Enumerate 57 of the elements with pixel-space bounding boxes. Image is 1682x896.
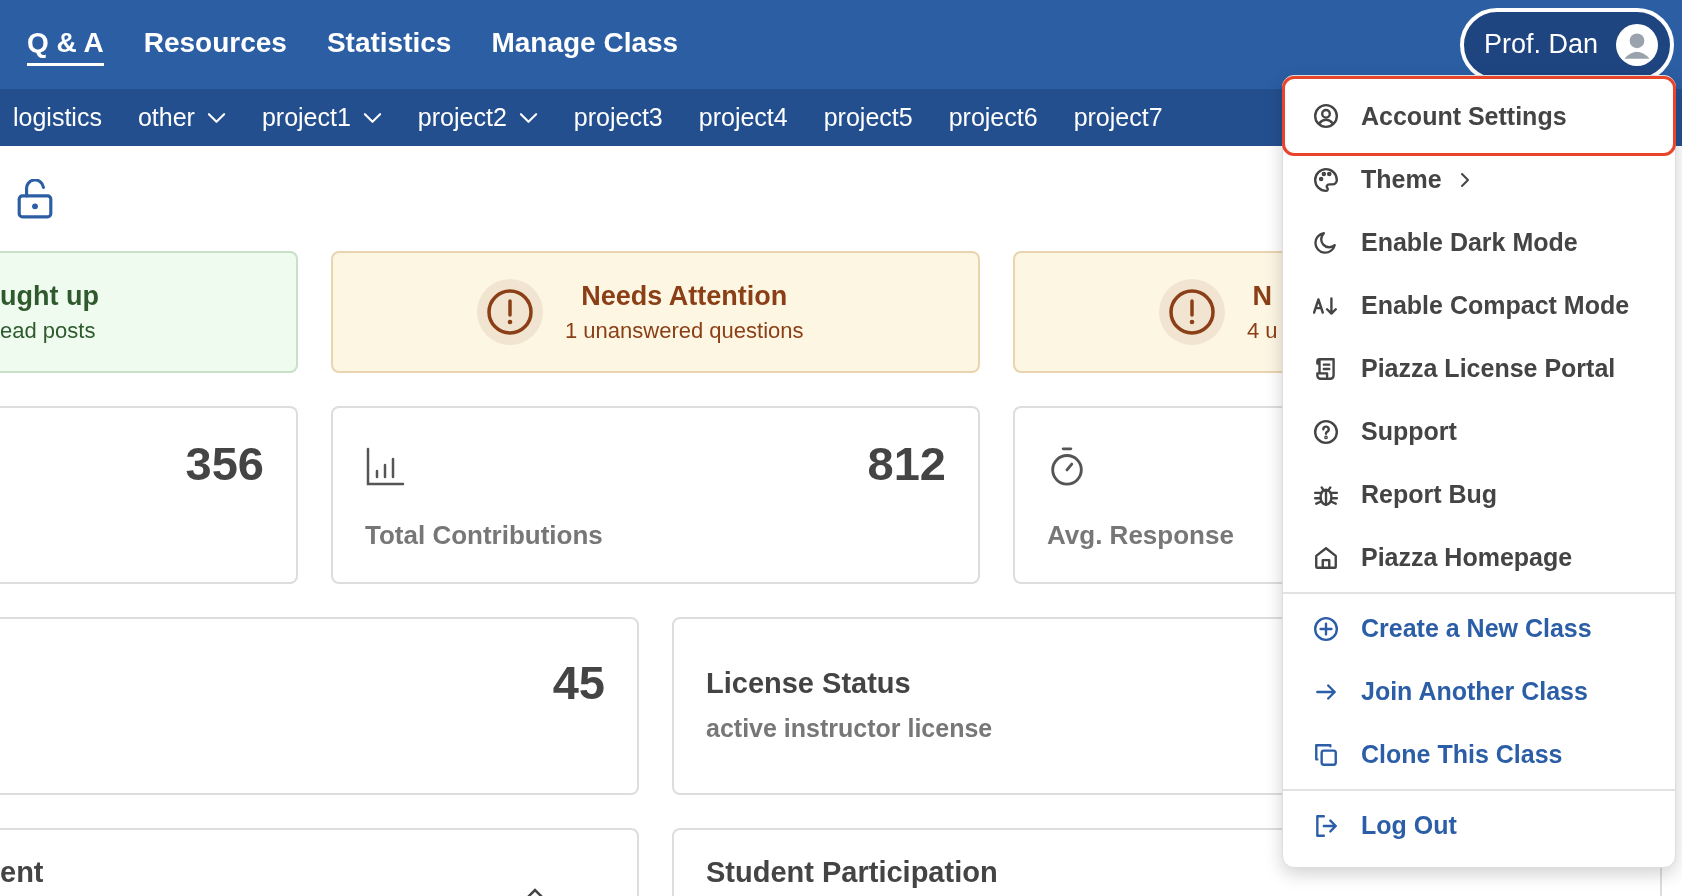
category-tab[interactable]: other (137, 103, 226, 132)
stat-value: 356 (185, 436, 264, 491)
menu-item[interactable]: Log Out (1282, 794, 1676, 857)
chevron-right-icon (1459, 171, 1470, 188)
menu-item[interactable]: Create a New Class (1282, 597, 1676, 660)
stat-label: Total Contributions (365, 520, 604, 551)
category-tab[interactable]: project5 (823, 103, 913, 132)
card-title: License Status (706, 667, 911, 700)
home-icon (1313, 544, 1339, 571)
category-tab[interactable]: logistics (13, 103, 102, 132)
stat-value: 45 (552, 655, 605, 710)
chevron-down-icon (206, 111, 226, 124)
card-title: ent (0, 856, 44, 889)
stat-value: 812 (867, 436, 946, 491)
category-tab[interactable]: project3 (573, 103, 663, 132)
menu-item[interactable]: Report Bug (1282, 463, 1676, 526)
status-subtitle: 4 u (1247, 317, 1278, 344)
menu-item[interactable]: Support (1282, 400, 1676, 463)
bar-chart-icon (365, 446, 405, 488)
menu-item[interactable]: Enable Dark Mode (1282, 211, 1676, 274)
moon-icon (1313, 229, 1339, 256)
category-tab[interactable]: project4 (698, 103, 788, 132)
plus-circle-icon (1313, 615, 1339, 642)
menu-item[interactable]: Clone This Class (1282, 723, 1676, 786)
menu-item[interactable]: Join Another Class (1282, 660, 1676, 723)
chevron-down-icon (362, 111, 382, 124)
nav-tab[interactable]: Resources (143, 23, 287, 66)
card-title: Student Participation (706, 856, 998, 889)
menu-item[interactable]: Piazza License Portal (1282, 337, 1676, 400)
caret-icon (525, 888, 545, 896)
menu-item[interactable]: Piazza Homepage (1282, 526, 1676, 589)
exclamation-icon (477, 279, 543, 345)
stat-label: Avg. Response (1047, 520, 1235, 551)
unlock-icon[interactable] (16, 178, 54, 219)
status-subtitle: ead posts (0, 317, 97, 344)
nav-tab[interactable]: Statistics (326, 23, 452, 66)
status-subtitle: 1 unanswered questions (565, 317, 804, 344)
category-tab[interactable]: project2 (417, 103, 538, 132)
card-subtitle: active instructor license (706, 714, 994, 743)
category-tab[interactable]: project7 (1073, 103, 1163, 132)
status-title: Needs Attention (580, 280, 789, 312)
category-tab[interactable]: project6 (948, 103, 1038, 132)
menu-item[interactable]: Enable Compact Mode (1282, 274, 1676, 337)
exclamation-icon (1159, 279, 1225, 345)
avatar-icon (1616, 23, 1658, 66)
status-title: N (1251, 280, 1274, 312)
help-icon (1313, 418, 1339, 445)
user-circle-icon (1313, 103, 1339, 129)
menu-item[interactable]: Account Settings (1282, 76, 1676, 156)
palette-icon (1313, 166, 1339, 193)
chevron-down-icon (518, 111, 538, 124)
category-tab[interactable]: project1 (261, 103, 382, 132)
nav-tab[interactable]: Q & A (27, 23, 104, 66)
nav-tab[interactable]: Manage Class (491, 23, 679, 66)
status-title: ught up (0, 280, 99, 312)
logout-icon (1313, 812, 1339, 839)
copy-icon (1313, 741, 1339, 768)
